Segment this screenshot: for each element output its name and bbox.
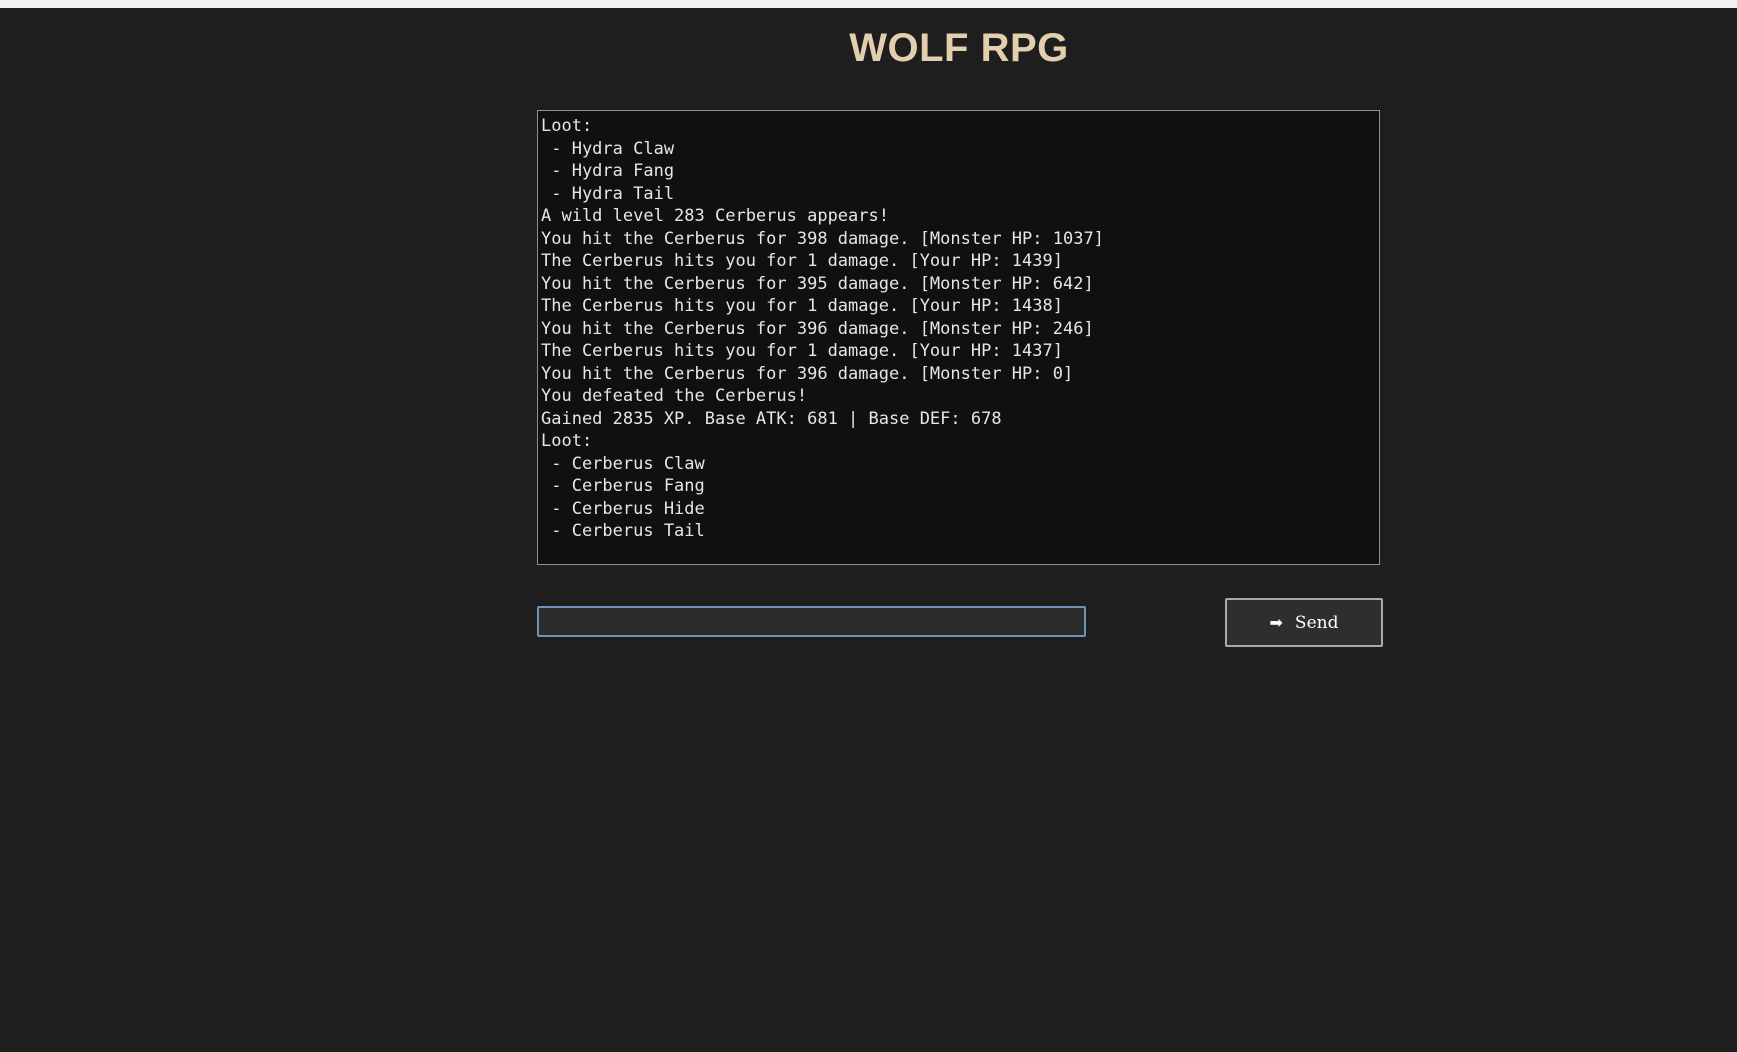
log-line: - Hydra Tail <box>541 183 675 204</box>
log-line: - Cerberus Claw <box>541 453 705 474</box>
arrow-right-icon: ➡ <box>1269 613 1283 632</box>
log-line: The Cerberus hits you for 1 damage. [You… <box>541 296 1063 316</box>
log-line: You hit the Cerberus for 396 damage. [Mo… <box>541 363 1074 384</box>
log-line: - Hydra Fang <box>541 161 675 181</box>
log-line: - Cerberus Hide <box>541 498 705 519</box>
log-line: The Cerberus hits you for 1 damage. [You… <box>541 251 1063 271</box>
command-input[interactable] <box>537 606 1086 637</box>
game-log[interactable]: Loot: - Hydra Claw - Hydra Fang - Hydra … <box>537 110 1380 565</box>
log-line: A wild level 283 Cerberus appears! <box>541 206 889 226</box>
page-title: WOLF RPG <box>849 26 1069 70</box>
log-line: Loot: <box>541 116 593 136</box>
log-line: Loot: <box>541 431 593 451</box>
log-line: The Cerberus hits you for 1 damage. [You… <box>541 341 1063 361</box>
game-page: WOLF RPG Loot: - Hydra Claw - Hydra Fang… <box>0 8 1737 1052</box>
browser-top-strip <box>0 0 1737 8</box>
log-line: You defeated the Cerberus! <box>541 386 808 406</box>
log-line: You hit the Cerberus for 395 damage. [Mo… <box>541 273 1094 294</box>
log-line: - Cerberus Tail <box>541 521 705 541</box>
log-line: - Hydra Claw <box>541 138 675 159</box>
log-line: Gained 2835 XP. Base ATK: 681 | Base DEF… <box>541 408 1002 429</box>
log-line: You hit the Cerberus for 398 damage. [Mo… <box>541 228 1104 249</box>
send-button-label: Send <box>1294 612 1339 633</box>
log-line: You hit the Cerberus for 396 damage. [Mo… <box>541 318 1094 339</box>
log-line: - Cerberus Fang <box>541 476 705 496</box>
send-button[interactable]: ➡ Send <box>1225 598 1383 647</box>
